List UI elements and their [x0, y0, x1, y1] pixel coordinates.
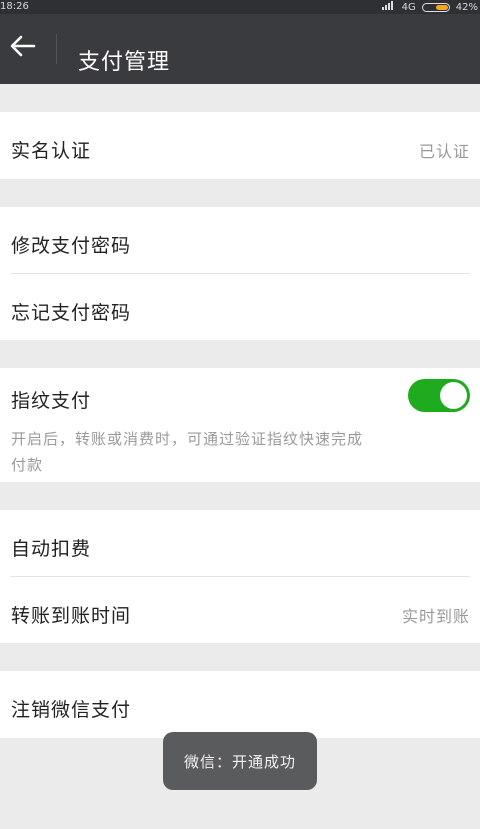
row-label: 自动扣费: [11, 538, 92, 560]
row-label: 实名认证: [11, 140, 92, 162]
toast-text: 微信：开通成功: [183, 752, 296, 771]
status-icons: 4G 42%: [381, 0, 478, 15]
network-type: 4G: [401, 1, 416, 13]
section-cancel: 注销微信支付: [0, 671, 480, 738]
section-identity: 实名认证 已认证: [0, 112, 480, 179]
fingerprint-toggle[interactable]: [408, 379, 470, 412]
row-change-password[interactable]: 修改支付密码: [0, 207, 480, 273]
section-fingerprint: 指纹支付 开启后，转账或消费时，可通过验证指纹快速完成付款: [0, 368, 480, 482]
battery-icon: [421, 3, 450, 12]
row-forgot-password[interactable]: 忘记支付密码: [0, 274, 480, 340]
toast-message: 微信：开通成功: [163, 732, 317, 790]
app-bar: 支付管理: [0, 14, 480, 84]
status-bar: 18:26 4G 42%: [0, 0, 480, 14]
section-billing: 自动扣费 转账到账时间 实时到账: [0, 510, 480, 643]
row-transfer-arrival-time[interactable]: 转账到账时间 实时到账: [0, 577, 480, 643]
back-button[interactable]: [8, 33, 38, 63]
battery-percent: 42%: [455, 1, 478, 13]
row-label: 指纹支付: [11, 390, 92, 412]
toggle-knob: [440, 382, 467, 409]
row-label: 转账到账时间: [11, 605, 132, 627]
status-time: 18:26: [0, 1, 29, 12]
row-label: 忘记支付密码: [11, 302, 132, 324]
row-real-name-verification[interactable]: 实名认证 已认证: [0, 112, 480, 179]
row-label: 注销微信支付: [11, 699, 132, 721]
signal-icon: [381, 0, 396, 15]
row-cancel-wechat-pay[interactable]: 注销微信支付: [0, 671, 480, 738]
section-password: 修改支付密码 忘记支付密码: [0, 207, 480, 340]
page-title: 支付管理: [78, 50, 171, 75]
row-label: 修改支付密码: [11, 235, 132, 257]
fingerprint-description: 开启后，转账或消费时，可通过验证指纹快速完成付款: [11, 430, 364, 474]
row-value: 已认证: [418, 142, 470, 161]
row-auto-deduction[interactable]: 自动扣费: [0, 510, 480, 576]
row-fingerprint-pay: 指纹支付: [0, 368, 480, 424]
arrow-left-icon: [10, 35, 36, 61]
appbar-divider: [56, 34, 57, 64]
row-value: 实时到账: [401, 607, 470, 626]
